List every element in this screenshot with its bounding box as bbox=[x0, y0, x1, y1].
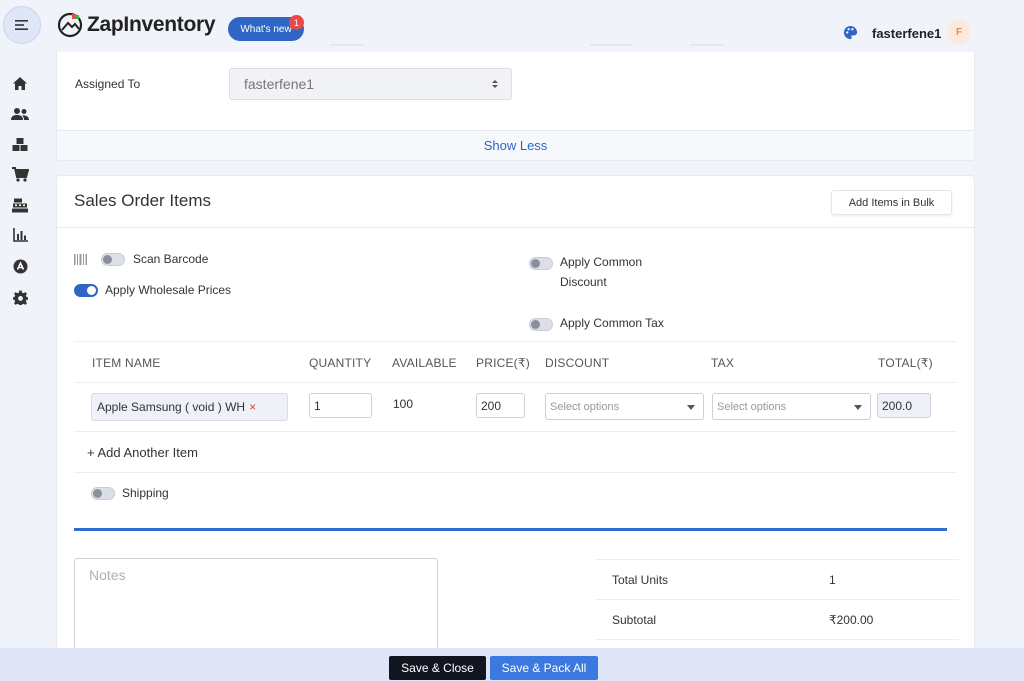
apply-wholesale-toggle[interactable] bbox=[74, 284, 98, 297]
app-name: ZapInventory bbox=[87, 13, 216, 36]
apply-common-tax-label: Apply Common Tax bbox=[560, 316, 664, 330]
scan-barcode-label: Scan Barcode bbox=[133, 252, 209, 266]
totals-divider bbox=[595, 599, 959, 600]
divider bbox=[57, 227, 974, 228]
chevron-down-icon bbox=[854, 405, 862, 410]
top-bar: ▁▁▁▁ ▁▁▁▁▁ ▁▁▁▁ ZapInventory What's new … bbox=[0, 0, 1024, 52]
section-divider bbox=[74, 528, 947, 531]
sales-order-items-card: Sales Order Items Add Items in Bulk Scan… bbox=[56, 175, 975, 658]
price-input[interactable]: 200 bbox=[476, 393, 525, 418]
boxes-icon bbox=[12, 137, 28, 151]
apply-common-discount-label: Apply Common bbox=[560, 255, 643, 269]
row-divider bbox=[74, 431, 957, 432]
hamburger-icon bbox=[15, 20, 28, 30]
users-icon bbox=[11, 108, 29, 120]
barcode-icon bbox=[74, 254, 87, 265]
scan-barcode-toggle[interactable] bbox=[101, 253, 125, 266]
sidebar-item-sales[interactable] bbox=[11, 165, 29, 183]
col-available: AVAILABLE bbox=[392, 356, 457, 370]
gear-icon bbox=[12, 289, 28, 305]
cash-register-icon bbox=[12, 198, 28, 212]
sidebar-item-pos[interactable] bbox=[11, 196, 29, 214]
sidebar-item-reports[interactable] bbox=[11, 226, 29, 244]
apply-common-tax-toggle[interactable] bbox=[529, 318, 553, 331]
apply-common-discount-toggle[interactable] bbox=[529, 257, 553, 270]
obscured-field: ▁▁▁▁ bbox=[690, 34, 724, 46]
col-price: PRICE(₹) bbox=[476, 356, 530, 370]
chevron-down-icon bbox=[687, 405, 695, 410]
bottom-action-bar: Save & Close Save & Pack All bbox=[0, 648, 1024, 681]
quantity-input[interactable]: 1 bbox=[309, 393, 372, 418]
logo-mark-icon bbox=[57, 12, 83, 38]
remove-item-icon[interactable]: × bbox=[249, 400, 256, 414]
subtotal-value: ₹200.00 bbox=[829, 613, 874, 627]
shipping-label: Shipping bbox=[122, 486, 169, 500]
totals-divider bbox=[595, 639, 959, 640]
totals-top-border bbox=[595, 559, 959, 560]
total-field: 200.0 bbox=[877, 393, 931, 418]
item-name-value: Apple Samsung ( void ) WH bbox=[97, 400, 246, 414]
app-logo[interactable]: ZapInventory bbox=[57, 12, 216, 38]
total-units-label: Total Units bbox=[612, 573, 669, 587]
home-icon bbox=[13, 76, 27, 90]
col-discount: DISCOUNT bbox=[545, 356, 610, 370]
save-close-button[interactable]: Save & Close bbox=[389, 656, 486, 680]
assigned-to-value: fasterfene1 bbox=[244, 76, 315, 92]
table-top-border bbox=[74, 341, 957, 342]
palette-icon[interactable] bbox=[843, 25, 858, 40]
shipping-toggle[interactable] bbox=[91, 487, 115, 500]
subtotal-label: Subtotal bbox=[612, 613, 657, 627]
row-divider bbox=[74, 472, 957, 473]
assigned-to-label: Assigned To bbox=[75, 77, 141, 91]
add-another-item-button[interactable]: + Add Another Item bbox=[87, 445, 198, 460]
row-divider bbox=[74, 382, 957, 383]
obscured-field: ▁▁▁▁ bbox=[330, 34, 364, 46]
user-name[interactable]: fasterfene1 bbox=[872, 26, 941, 41]
total-units-value: 1 bbox=[829, 573, 836, 587]
sidebar-item-users[interactable] bbox=[11, 105, 29, 123]
tax-select[interactable]: Select options bbox=[712, 393, 871, 420]
save-pack-all-button[interactable]: Save & Pack All bbox=[490, 656, 598, 680]
obscured-field: ▁▁▁▁▁ bbox=[590, 34, 633, 46]
col-tax: TAX bbox=[711, 356, 735, 370]
col-total: TOTAL(₹) bbox=[878, 356, 933, 370]
col-item-name: ITEM NAME bbox=[92, 356, 161, 370]
show-less-button[interactable]: Show Less bbox=[57, 130, 974, 160]
reports-icon bbox=[12, 228, 28, 242]
add-items-in-bulk-button[interactable]: Add Items in Bulk bbox=[831, 190, 952, 215]
sidebar-item-settings[interactable] bbox=[11, 288, 29, 306]
select-arrows-icon bbox=[492, 80, 498, 88]
discount-placeholder: Select options bbox=[550, 400, 620, 413]
section-title: Sales Order Items bbox=[74, 191, 211, 210]
assigned-to-select[interactable]: fasterfene1 bbox=[229, 68, 512, 100]
notification-badge: 1 bbox=[289, 15, 304, 30]
discount-select[interactable]: Select options bbox=[545, 393, 704, 420]
avatar[interactable]: F bbox=[947, 20, 971, 44]
sidebar-item-inventory[interactable] bbox=[11, 135, 29, 153]
app-store-icon bbox=[13, 259, 27, 273]
col-quantity: QUANTITY bbox=[309, 356, 372, 370]
apply-common-discount-label-cont: Discount bbox=[560, 275, 607, 289]
notes-textarea[interactable]: Notes bbox=[74, 558, 438, 658]
sidebar-item-home[interactable] bbox=[11, 74, 29, 92]
apply-wholesale-label: Apply Wholesale Prices bbox=[105, 283, 232, 297]
item-name-chip[interactable]: Apple Samsung ( void ) WH × bbox=[91, 393, 288, 421]
tax-placeholder: Select options bbox=[717, 400, 787, 413]
order-details-card: Assigned To fasterfene1 Show Less bbox=[56, 52, 975, 161]
available-value: 100 bbox=[393, 397, 414, 411]
menu-toggle-button[interactable] bbox=[3, 6, 41, 44]
sidebar-item-apps[interactable] bbox=[11, 257, 29, 275]
cart-icon bbox=[11, 166, 29, 182]
